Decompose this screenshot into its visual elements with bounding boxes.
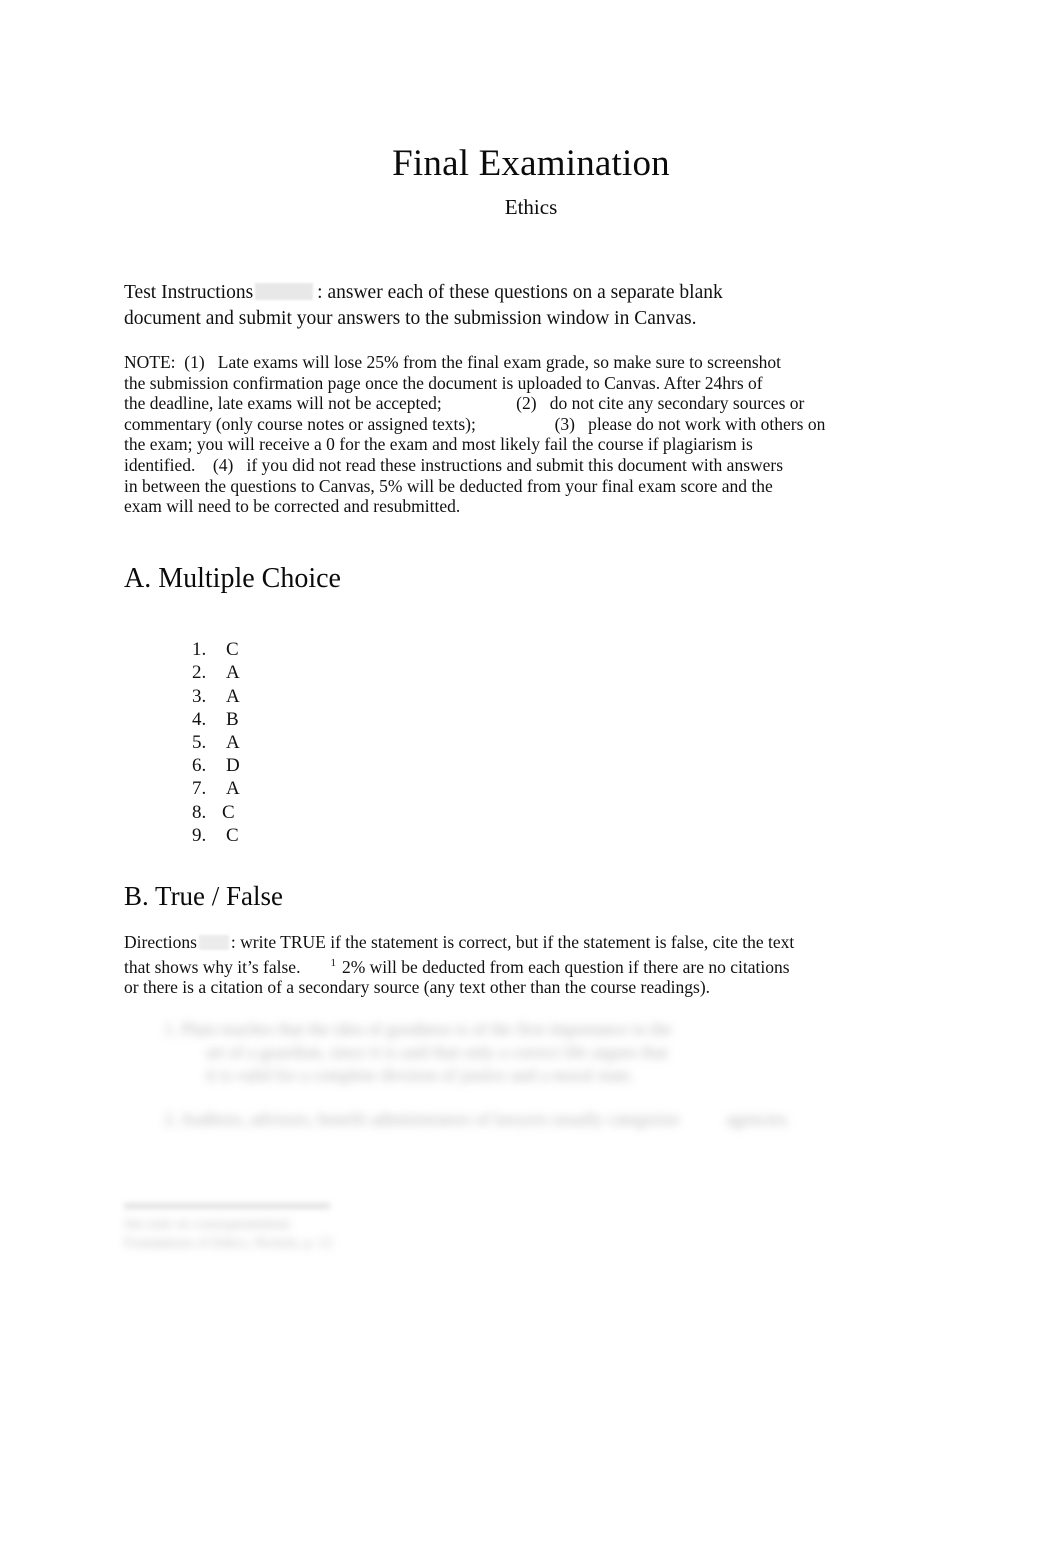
page-title: Final Examination bbox=[392, 143, 670, 184]
answer-value: C bbox=[222, 801, 235, 823]
note-line: commentary (only course notes or assigne… bbox=[124, 413, 826, 434]
multiple-choice-answer-list: 1. C 2. A 3. A 4. B 5. A 6. D 7. A 8. C bbox=[154, 615, 240, 846]
redacted-question-item: 1. Plato teaches that the idea of goodne… bbox=[164, 1018, 864, 1087]
redaction-block-icon bbox=[255, 283, 314, 300]
answer-value: A bbox=[226, 778, 240, 800]
page-subtitle: Ethics bbox=[504, 195, 558, 219]
answer-number: 3. bbox=[192, 685, 207, 707]
answer-value: C bbox=[226, 824, 239, 846]
answer-number: 1. bbox=[192, 639, 207, 661]
section-heading-true-false: B. True / False bbox=[124, 881, 284, 911]
answer-number: 8. bbox=[192, 801, 207, 823]
test-instructions-text: : answer each of these questions on a se… bbox=[317, 282, 723, 303]
redacted-text-line: 1. Plato teaches that the idea of goodne… bbox=[164, 1019, 672, 1039]
note-line: in between the questions to Canvas, 5% w… bbox=[124, 475, 773, 496]
answer-value: D bbox=[226, 755, 240, 777]
test-instructions-text-line2: document and submit your answers to the … bbox=[124, 308, 697, 329]
answer-value: A bbox=[226, 662, 240, 684]
directions-text-1: : write TRUE if the statement is correct… bbox=[230, 932, 795, 952]
note-line: identified. (4) if you did not read thes… bbox=[124, 454, 784, 475]
answer-value: C bbox=[226, 639, 239, 661]
answer-number: 4. bbox=[192, 708, 207, 730]
note-line: NOTE: (1) Late exams will lose 25% from … bbox=[124, 352, 782, 372]
redacted-text-line: agencies. bbox=[726, 1109, 791, 1129]
directions-paragraph: Directions : write TRUE if the statement … bbox=[124, 932, 884, 997]
directions-label: Directions bbox=[124, 932, 197, 952]
redacted-text-line: it is valid for a complete division of j… bbox=[206, 1065, 635, 1085]
answer-value: A bbox=[226, 685, 240, 707]
footnote-text: See note on consequentialism Foundations… bbox=[124, 1215, 424, 1253]
answer-value: A bbox=[226, 731, 240, 753]
test-instructions-paragraph: Test Instructions : answer each of these … bbox=[124, 280, 880, 332]
answer-value: B bbox=[226, 708, 239, 730]
directions-line-1: Directions : write TRUE if the statement … bbox=[124, 932, 884, 953]
footnote-line: Foundations of Ethics, Nichols, p. 12 bbox=[124, 1236, 333, 1251]
directions-text-2: that shows why it’s false. bbox=[124, 956, 301, 977]
footnote-marker: 1 bbox=[330, 956, 336, 969]
answer-number: 2. bbox=[192, 662, 207, 684]
directions-line-3: or there is a citation of a secondary so… bbox=[124, 976, 711, 997]
redacted-text-line: 2. Auditors, advisors, benefit administr… bbox=[164, 1109, 680, 1129]
footnote-separator-rule bbox=[124, 1203, 330, 1209]
directions-text-2-tail: 2% will be deducted from each question i… bbox=[341, 956, 790, 977]
redaction-block-icon bbox=[198, 935, 229, 950]
note-line: the deadline, late exams will not be acc… bbox=[124, 393, 805, 414]
note-paragraph: NOTE: (1) Late exams will lose 25% from … bbox=[124, 352, 884, 517]
footnote-area: See note on consequentialism Foundations… bbox=[124, 1203, 544, 1253]
section-heading-multiple-choice: A. Multiple Choice bbox=[124, 563, 341, 594]
answer-number: 5. bbox=[192, 731, 207, 753]
test-instructions-label: Test Instructions bbox=[124, 282, 254, 303]
answer-number: 6. bbox=[192, 755, 207, 777]
redacted-question-item: 2. Auditors, advisors, benefit administr… bbox=[164, 1108, 864, 1131]
answer-number: 9. bbox=[192, 824, 207, 846]
answer-number: 7. bbox=[192, 778, 207, 800]
directions-line-2: that shows why it’s false. 1 2% will be de… bbox=[124, 953, 884, 977]
footnote-line: See note on consequentialism bbox=[124, 1217, 291, 1232]
document-page: Final Examination Ethics Test Instructio… bbox=[0, 0, 1062, 1561]
note-line: exam will need to be corrected and resub… bbox=[124, 496, 461, 517]
redacted-text-line: art of a guardian, since it is said that… bbox=[206, 1042, 668, 1062]
list-item: 1. C bbox=[154, 615, 240, 660]
note-line: the exam; you will receive a 0 for the e… bbox=[124, 434, 753, 455]
note-line: the submission confirmation page once th… bbox=[124, 372, 763, 393]
title-block: Final Examination Ethics bbox=[0, 142, 1062, 220]
